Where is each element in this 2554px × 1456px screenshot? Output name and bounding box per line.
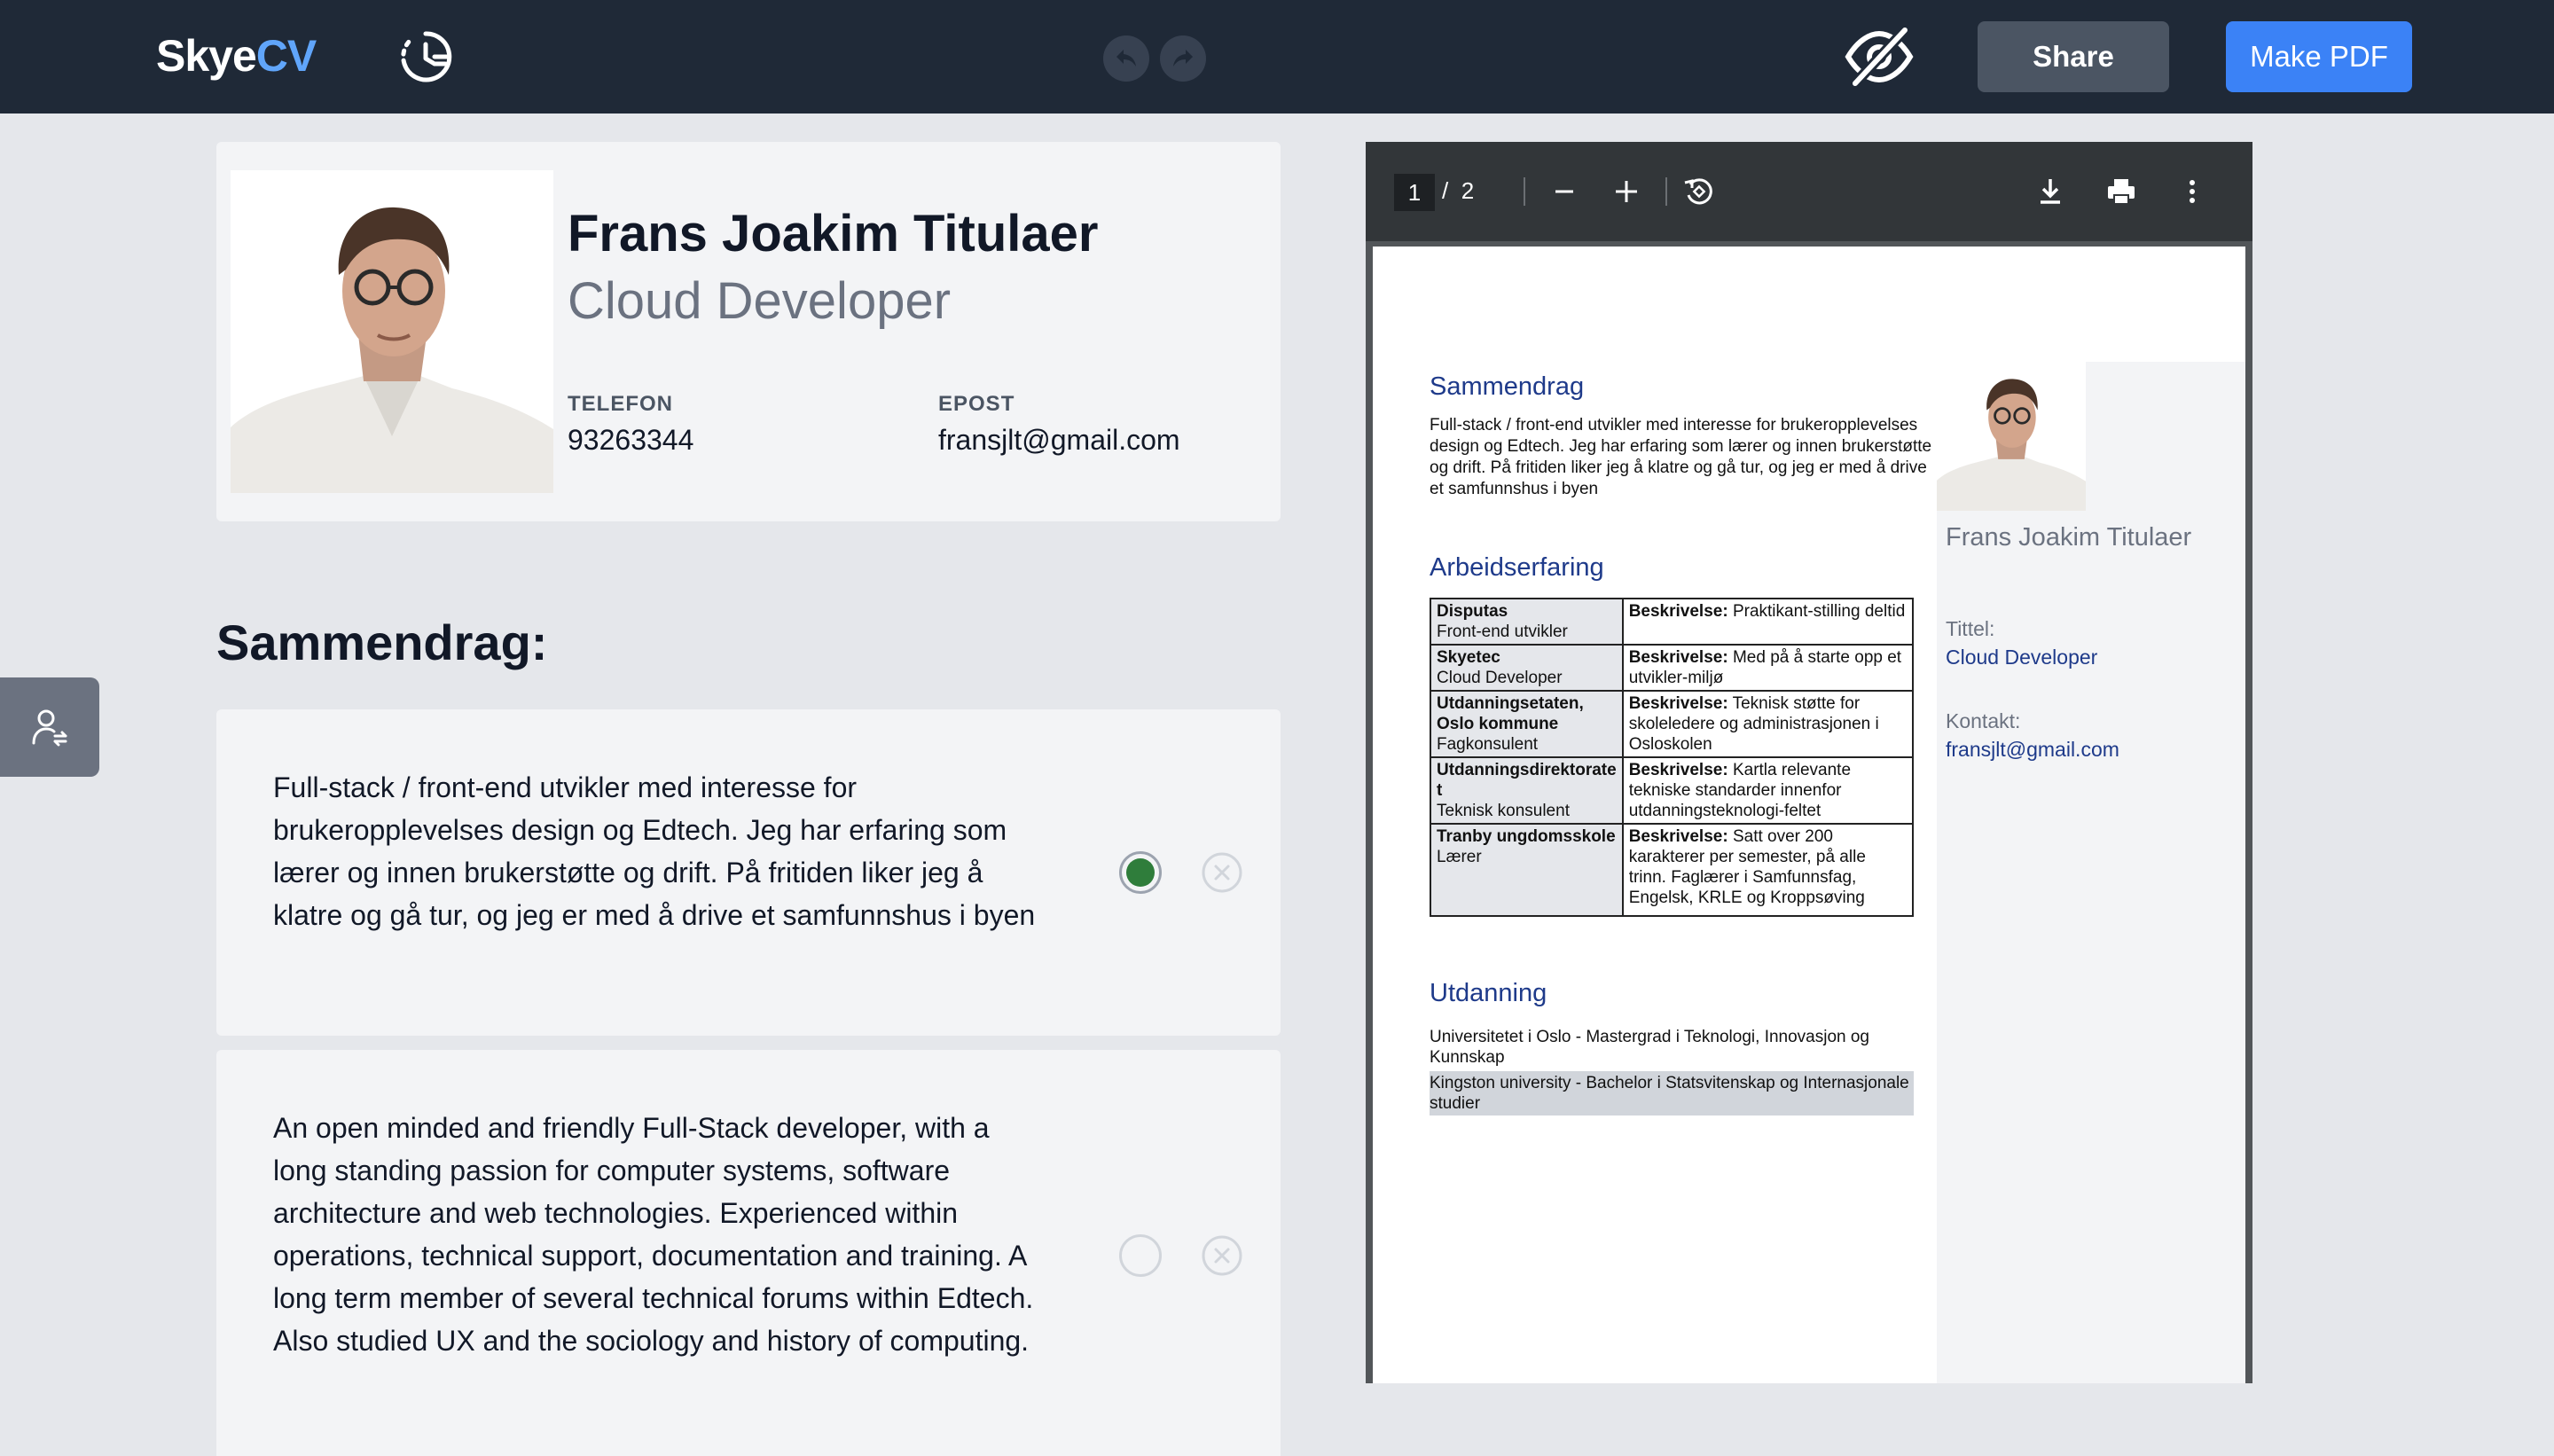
job-description-label: Beskrivelse:	[1628, 827, 1728, 846]
summary-option-card[interactable]: Full-stack / front-end utvikler med inte…	[216, 709, 1281, 1036]
job-role: Fagkonsulent	[1437, 735, 1539, 754]
app-logo[interactable]: SkyeCV	[156, 30, 317, 82]
redo-button[interactable]	[1160, 35, 1206, 82]
table-row: Tranby ungdomsskole Lærer Beskrivelse: Sa…	[1430, 823, 1915, 917]
total-pages: 2	[1461, 177, 1475, 204]
undo-button[interactable]	[1103, 35, 1149, 82]
top-bar: SkyeCV Share Make PDF	[0, 0, 2554, 114]
job-company: Disputas	[1437, 602, 1508, 621]
table-row: Skyetec Cloud Developer Beskrivelse: Med …	[1430, 644, 1915, 692]
toolbar-divider	[1524, 177, 1525, 206]
job-company: Skyetec	[1437, 648, 1500, 667]
pdf-toolbar: 1 / 2	[1366, 142, 2252, 241]
remove-option-icon[interactable]	[1201, 851, 1243, 894]
pdf-side-name: Frans Joakim Titulaer	[1946, 523, 2192, 552]
table-row: Disputas Front-end utvikler Beskrivelse: …	[1430, 598, 1915, 646]
summary-select-radio[interactable]	[1119, 851, 1162, 894]
job-description: Praktikant-stilling deltid	[1732, 602, 1906, 621]
rotate-icon[interactable]	[1681, 174, 1717, 209]
job-company: Utdanningsdirektorate t	[1437, 761, 1617, 800]
job-role: Teknisk konsulent	[1437, 802, 1570, 820]
toolbar-divider	[1665, 177, 1667, 206]
pdf-summary-text: Full-stack / front-end utvikler med inte…	[1430, 416, 1932, 498]
user-switch-icon	[32, 709, 67, 747]
job-description-label: Beskrivelse:	[1628, 694, 1728, 713]
download-icon[interactable]	[2033, 174, 2068, 209]
hide-preview-icon[interactable]	[1843, 25, 1916, 89]
phone-value[interactable]: 93263344	[568, 424, 693, 457]
table-row: Utdanningsdirektorate t Teknisk konsulent…	[1430, 756, 1915, 825]
summary-option-text: Full-stack / front-end utvikler med inte…	[273, 771, 1036, 931]
zoom-in-icon[interactable]	[1609, 174, 1644, 209]
profile-title[interactable]: Cloud Developer	[568, 271, 951, 331]
page-separator: /	[1442, 177, 1449, 204]
undo-icon	[1116, 50, 1136, 67]
more-options-icon[interactable]	[2174, 174, 2210, 209]
job-description-label: Beskrivelse:	[1628, 602, 1728, 621]
pdf-sidebar: Frans Joakim Titulaer Tittel: Cloud Deve…	[1937, 362, 2245, 1383]
pdf-viewer[interactable]: 1 / 2 Sammendrag Full-stack / front-end …	[1366, 142, 2252, 1383]
profile-switch-tab[interactable]	[0, 677, 99, 777]
pdf-summary-heading: Sammendrag	[1430, 372, 1585, 401]
pdf-profile-photo	[1937, 362, 2086, 511]
email-value[interactable]: fransjlt@gmail.com	[938, 424, 1180, 457]
job-company: Utdanningsetaten, Oslo kommune	[1437, 694, 1584, 733]
email-label: EPOST	[938, 392, 1015, 416]
job-role: Cloud Developer	[1437, 669, 1563, 687]
zoom-out-icon[interactable]	[1547, 174, 1582, 209]
remove-option-icon[interactable]	[1201, 1234, 1243, 1277]
redo-icon	[1173, 50, 1193, 67]
page-number-input[interactable]: 1	[1394, 174, 1435, 211]
summary-section-title: Sammendrag:	[216, 614, 548, 670]
pdf-experience-heading: Arbeidserfaring	[1430, 553, 1604, 582]
summary-select-radio[interactable]	[1119, 1234, 1162, 1277]
job-description-label: Beskrivelse:	[1628, 761, 1728, 779]
pdf-title-value: Cloud Developer	[1946, 646, 2098, 669]
pdf-contact-value: fransjlt@gmail.com	[1946, 738, 2119, 761]
summary-option-card[interactable]: An open minded and friendly Full-Stack d…	[216, 1050, 1281, 1456]
pdf-experience-table: Disputas Front-end utvikler Beskrivelse: …	[1430, 598, 1915, 917]
make-pdf-button[interactable]: Make PDF	[2226, 21, 2412, 92]
logo-main-text: Skye	[156, 31, 257, 81]
pdf-title-label: Tittel:	[1946, 617, 1995, 640]
profile-header-card: Frans Joakim Titulaer Cloud Developer TE…	[216, 142, 1281, 521]
pdf-contact-label: Kontakt:	[1946, 709, 2021, 732]
summary-option-text: An open minded and friendly Full-Stack d…	[273, 1112, 1034, 1357]
phone-label: TELEFON	[568, 392, 673, 416]
page-count: / 2	[1442, 177, 1474, 205]
education-row: Universitetet i Oslo - Mastergrad i Tekn…	[1430, 1028, 1870, 1067]
job-description-label: Beskrivelse:	[1628, 648, 1728, 667]
table-row: Utdanningsetaten, Oslo kommune Fagkonsule…	[1430, 690, 1915, 758]
pdf-page: Sammendrag Full-stack / front-end utvikl…	[1373, 247, 2245, 1383]
profile-photo[interactable]	[231, 170, 553, 493]
job-role: Front-end utvikler	[1437, 622, 1568, 641]
share-button[interactable]: Share	[1978, 21, 2169, 92]
job-role: Lærer	[1437, 848, 1482, 866]
print-icon[interactable]	[2104, 174, 2139, 209]
history-icon[interactable]	[396, 27, 456, 87]
job-company: Tranby ungdomsskole	[1437, 827, 1616, 846]
education-row: Kingston university - Bachelor i Statsvi…	[1430, 1071, 1914, 1115]
pdf-education-heading: Utdanning	[1430, 979, 1547, 1007]
profile-name[interactable]: Frans Joakim Titulaer	[568, 204, 1099, 263]
logo-accent-text: CV	[255, 31, 317, 81]
